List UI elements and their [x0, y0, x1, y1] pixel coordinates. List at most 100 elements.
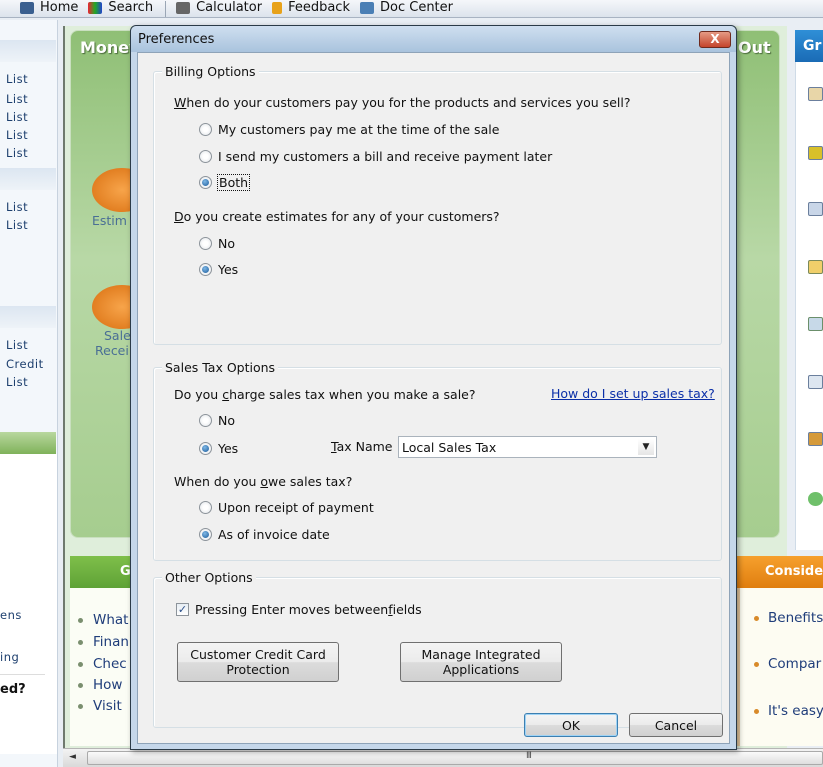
doc-center-icon: [360, 2, 374, 14]
getting-started-link[interactable]: How: [78, 677, 122, 693]
radio-label: Both: [216, 174, 251, 191]
dialog-title: Preferences: [138, 32, 215, 47]
radio-both[interactable]: Both: [199, 174, 251, 191]
radio-circle-selected[interactable]: [199, 442, 212, 455]
radio-label: As of invoice date: [218, 527, 330, 542]
getting-started-link[interactable]: Finan: [78, 634, 129, 650]
close-icon: X: [710, 32, 720, 46]
billing-q1-text: hen do your customers pay you for the pr…: [186, 95, 631, 110]
cancel-button[interactable]: Cancel: [629, 713, 723, 737]
radio-pay-at-sale[interactable]: My customers pay me at the time of the s…: [199, 122, 499, 137]
right-pane-header: Gr: [795, 30, 823, 62]
left-link[interactable]: List: [6, 92, 28, 106]
scrollbar-thumb[interactable]: III: [87, 751, 823, 765]
radio-circle[interactable]: [199, 237, 212, 250]
scroll-left-arrow-icon[interactable]: ◄: [69, 752, 76, 762]
left-link[interactable]: ens: [0, 608, 22, 622]
left-link[interactable]: List: [6, 110, 28, 124]
left-link[interactable]: List: [6, 375, 28, 389]
dialog-client-area: Billing Options When do your customers p…: [137, 52, 730, 744]
sales-tax-options-legend: Sales Tax Options: [162, 360, 279, 375]
checkbox-checked-icon[interactable]: ✓: [176, 603, 189, 616]
radio-bill-later[interactable]: I send my customers a bill and receive p…: [199, 149, 552, 164]
right-pane-icon[interactable]: [808, 317, 823, 331]
right-pane-icon[interactable]: [808, 432, 823, 446]
button-label-line1: Manage Integrated: [421, 647, 541, 662]
left-pane-divider: [0, 674, 45, 675]
right-pane-icon[interactable]: [808, 260, 823, 274]
sales-receipts-label-2[interactable]: Recei: [95, 343, 129, 358]
close-button[interactable]: X: [699, 31, 731, 48]
radio-label: I send my customers a bill and receive p…: [218, 149, 553, 164]
consider-link[interactable]: Compar: [753, 656, 821, 672]
toolbar-feedback-button[interactable]: Feedback: [272, 0, 350, 17]
radio-label: My customers pay me at the time of the s…: [218, 122, 500, 137]
toolbar-calculator-label: Calculator: [196, 0, 263, 15]
sales-receipts-label-1[interactable]: Sale: [104, 328, 131, 343]
left-link[interactable]: List: [6, 128, 28, 142]
other-options-legend: Other Options: [162, 570, 256, 585]
toolbar-search-button[interactable]: Search: [88, 0, 153, 17]
tax-name-text: ax Name: [336, 439, 393, 454]
radio-circle[interactable]: [199, 501, 212, 514]
estimates-label[interactable]: Estim: [92, 213, 127, 228]
dialog-titlebar[interactable]: Preferences X: [131, 26, 736, 52]
getting-started-link[interactable]: Chec: [78, 656, 127, 672]
left-link[interactable]: List: [6, 146, 28, 160]
left-link[interactable]: List: [6, 200, 28, 214]
radio-invoice-date[interactable]: As of invoice date: [199, 527, 330, 542]
q-text: Do you: [174, 387, 223, 402]
consider-title: Conside: [765, 564, 823, 579]
radio-circle[interactable]: [199, 150, 212, 163]
radio-circle-selected[interactable]: [199, 263, 212, 276]
consider-link[interactable]: It's easy: [754, 703, 823, 719]
tax-name-dropdown[interactable]: Local Sales Tax ▼: [398, 436, 657, 458]
right-pane-icon[interactable]: [808, 146, 823, 160]
left-link[interactable]: List: [6, 338, 28, 352]
tax-name-value: Local Sales Tax: [402, 439, 497, 455]
charge-sales-tax-question: Do you charge sales tax when you make a …: [174, 387, 476, 402]
customer-credit-card-protection-button[interactable]: Customer Credit Card Protection: [177, 642, 339, 682]
right-pane-add-icon[interactable]: [808, 492, 823, 506]
toolbar-doc-center-button[interactable]: Doc Center: [360, 0, 453, 17]
calculator-icon: [176, 2, 191, 14]
radio-sales-tax-yes[interactable]: Yes: [199, 441, 238, 456]
dropdown-arrow-icon[interactable]: ▼: [638, 439, 654, 455]
radio-estimates-yes[interactable]: Yes: [199, 262, 238, 277]
right-pane-icon[interactable]: [808, 202, 823, 216]
radio-circle[interactable]: [199, 123, 212, 136]
scrollbar-grip-icon: III: [526, 751, 532, 761]
consider-link[interactable]: Benefits: [753, 610, 823, 626]
home-icon: [20, 2, 34, 14]
getting-started-link[interactable]: What: [78, 612, 128, 628]
estimates-question: Do you create estimates for any of your …: [174, 209, 500, 224]
sales-tax-help-link[interactable]: How do I set up sales tax?: [551, 386, 715, 401]
radio-sales-tax-no[interactable]: No: [199, 413, 235, 428]
right-pane-icon[interactable]: [808, 375, 823, 389]
radio-upon-receipt[interactable]: Upon receipt of payment: [199, 500, 374, 515]
enter-moves-fields-checkbox[interactable]: ✓ Pressing Enter moves between f ields: [176, 602, 422, 617]
left-link[interactable]: Credit: [6, 357, 44, 371]
tax-name-label: Tax Name: [331, 439, 393, 454]
radio-circle-selected[interactable]: [199, 176, 212, 189]
toolbar-home-button[interactable]: Home: [20, 0, 78, 17]
left-link[interactable]: ing: [0, 650, 19, 664]
q-text: When do you: [174, 474, 261, 489]
feedback-icon: [272, 2, 283, 14]
horizontal-scrollbar[interactable]: ◄ III: [63, 748, 823, 767]
radio-circle-selected[interactable]: [199, 528, 212, 541]
ok-button[interactable]: OK: [524, 713, 618, 737]
radio-label: Upon receipt of payment: [218, 500, 374, 515]
preferences-dialog: Preferences X Billing Options When do yo…: [130, 25, 737, 750]
getting-started-link[interactable]: Visit: [78, 698, 122, 714]
left-link[interactable]: List: [6, 218, 28, 232]
billing-q1-mnemonic: W: [174, 95, 187, 110]
radio-estimates-no[interactable]: No: [199, 236, 235, 251]
estimates-q-mnemonic: D: [174, 209, 184, 224]
toolbar-calculator-button[interactable]: Calculator: [176, 0, 262, 17]
right-pane-icon[interactable]: [808, 87, 823, 101]
left-link[interactable]: List: [6, 72, 28, 86]
manage-integrated-applications-button[interactable]: Manage Integrated Applications: [400, 642, 562, 682]
estimates-q-text: o you create estimates for any of your c…: [183, 209, 500, 224]
radio-circle[interactable]: [199, 414, 212, 427]
